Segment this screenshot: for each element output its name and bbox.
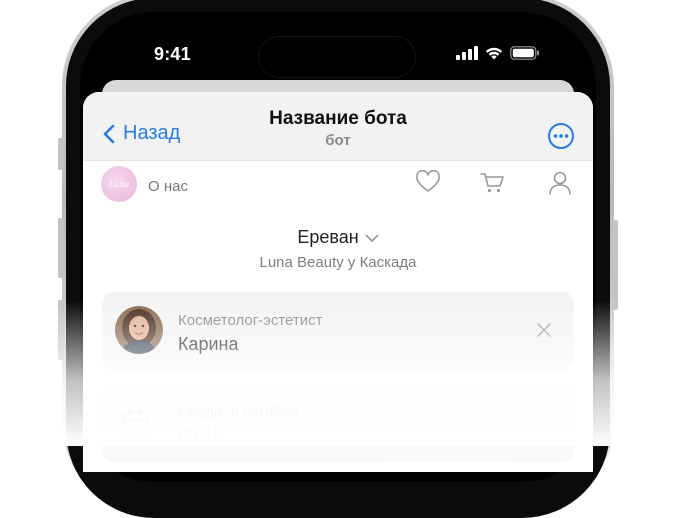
- logo-text: Luna: [108, 179, 130, 189]
- appointment-time: 09:10: [178, 426, 224, 446]
- brand-logo[interactable]: Luna: [101, 166, 137, 202]
- about-link[interactable]: О нас: [148, 178, 188, 195]
- wifi-icon: [485, 47, 503, 60]
- bot-sheet: Назад Название бота бот Luna О нас Ерева…: [83, 92, 593, 472]
- dynamic-island: [258, 36, 416, 78]
- remove-specialist-button[interactable]: [536, 322, 552, 343]
- page-title: Название бота: [269, 108, 407, 129]
- cart-button[interactable]: [479, 170, 505, 199]
- specialist-avatar: [115, 306, 163, 354]
- battery-icon: [510, 46, 539, 60]
- close-icon: [537, 415, 551, 429]
- date-card[interactable]: Среда, 6 октября 09:10: [102, 384, 574, 462]
- calendar-icon: [122, 409, 148, 436]
- side-button-power: [612, 220, 618, 310]
- status-time: 9:41: [154, 44, 191, 64]
- favorites-button[interactable]: [415, 169, 441, 199]
- side-button-volume-up: [58, 218, 64, 278]
- side-button-silent: [58, 138, 64, 170]
- remove-date-button[interactable]: [536, 414, 552, 435]
- heart-icon: [416, 169, 440, 192]
- more-icon: [548, 123, 574, 149]
- specialist-name: Карина: [178, 334, 239, 354]
- city-label: Ереван: [297, 227, 359, 247]
- signal-icon: [456, 46, 478, 60]
- specialist-role: Косметолог-эстетист: [178, 312, 323, 329]
- side-button-volume-down: [58, 300, 64, 360]
- nav-bar: Назад Название бота бот: [83, 92, 593, 161]
- appointment-date: Среда, 6 октября: [178, 404, 299, 421]
- close-icon: [537, 323, 551, 337]
- top-row: Luna О нас: [83, 162, 593, 210]
- more-button[interactable]: [547, 122, 575, 155]
- cart-icon: [480, 173, 504, 193]
- profile-button[interactable]: [547, 170, 573, 201]
- salon-address: Luna Beauty у Каскада: [259, 254, 417, 271]
- page-subtitle: бот: [325, 132, 351, 149]
- specialist-card[interactable]: Косметолог-эстетист Карина: [102, 292, 574, 370]
- chevron-down-icon: [365, 234, 378, 242]
- status-icons: [456, 46, 540, 60]
- profile-icon: [549, 171, 571, 195]
- city-selector[interactable]: Ереван: [83, 227, 593, 248]
